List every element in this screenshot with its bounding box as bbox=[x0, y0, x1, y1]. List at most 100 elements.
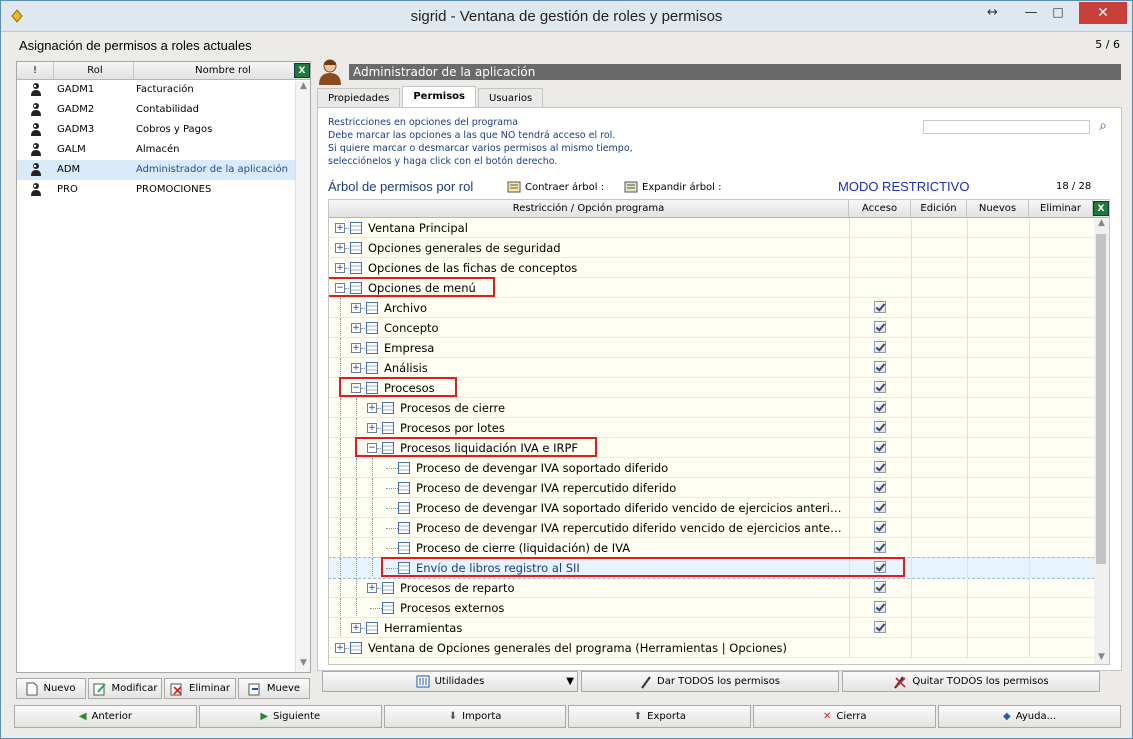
expand-icon[interactable]: + bbox=[335, 223, 345, 233]
edicion-cell[interactable] bbox=[911, 638, 967, 657]
role-row[interactable]: GADM2 Contabilidad bbox=[17, 100, 310, 120]
edicion-cell[interactable] bbox=[911, 298, 967, 317]
tree-row[interactable]: + Concepto bbox=[329, 318, 1109, 338]
acceso-cell[interactable] bbox=[849, 478, 911, 497]
nuevos-cell[interactable] bbox=[967, 438, 1029, 457]
roles-col-name[interactable]: Nombre rol bbox=[134, 62, 310, 79]
excel-export-icon[interactable]: X bbox=[294, 63, 310, 78]
acceso-cell[interactable] bbox=[849, 238, 911, 257]
col-nuevos[interactable]: Nuevos bbox=[967, 200, 1029, 217]
acceso-cell[interactable] bbox=[849, 398, 911, 417]
nuevos-cell[interactable] bbox=[967, 458, 1029, 477]
eliminar-cell[interactable] bbox=[1029, 298, 1093, 317]
col-restriction[interactable]: Restricción / Opción programa bbox=[329, 200, 849, 217]
tree-row[interactable]: Proceso de devengar IVA repercutido dife… bbox=[329, 518, 1109, 538]
eliminar-cell[interactable] bbox=[1029, 438, 1093, 457]
tree-row[interactable]: + Archivo bbox=[329, 298, 1109, 318]
edicion-cell[interactable] bbox=[911, 418, 967, 437]
acceso-cell[interactable] bbox=[849, 338, 911, 357]
nuevos-cell[interactable] bbox=[967, 578, 1029, 597]
nuevos-cell[interactable] bbox=[967, 618, 1029, 637]
nuevos-cell[interactable] bbox=[967, 598, 1029, 617]
acceso-checkbox[interactable] bbox=[874, 521, 886, 533]
acceso-cell[interactable] bbox=[849, 218, 911, 237]
edicion-cell[interactable] bbox=[911, 318, 967, 337]
acceso-checkbox[interactable] bbox=[874, 301, 886, 313]
utilities-button[interactable]: Utilidades ▼ bbox=[322, 671, 578, 692]
tree-row[interactable]: + Ventana de Opciones generales del progr… bbox=[329, 638, 1109, 658]
acceso-cell[interactable] bbox=[849, 298, 911, 317]
tree-row[interactable]: + Opciones generales de seguridad bbox=[329, 238, 1109, 258]
tree-row[interactable]: Proceso de cierre (liquidación) de IVA bbox=[329, 538, 1109, 558]
nuevos-cell[interactable] bbox=[967, 398, 1029, 417]
nuevos-cell[interactable] bbox=[967, 478, 1029, 497]
grid-scrollbar[interactable]: ▲ ▼ bbox=[1094, 218, 1109, 664]
nuevos-cell[interactable] bbox=[967, 558, 1029, 577]
tab-usuarios[interactable]: Usuarios bbox=[478, 88, 544, 107]
acceso-cell[interactable] bbox=[849, 278, 911, 297]
acceso-checkbox[interactable] bbox=[874, 621, 886, 633]
nuevos-cell[interactable] bbox=[967, 258, 1029, 277]
move-role-button[interactable]: Mueve bbox=[238, 678, 310, 699]
acceso-checkbox[interactable] bbox=[874, 401, 886, 413]
tree-row[interactable]: + Procesos por lotes bbox=[329, 418, 1109, 438]
close-window-button[interactable]: ✕ bbox=[1079, 2, 1127, 24]
acceso-checkbox[interactable] bbox=[874, 361, 886, 373]
acceso-cell[interactable] bbox=[849, 378, 911, 397]
edicion-cell[interactable] bbox=[911, 598, 967, 617]
role-row[interactable]: PRO PROMOCIONES bbox=[17, 180, 310, 200]
acceso-cell[interactable] bbox=[849, 618, 911, 637]
expand-icon[interactable]: + bbox=[335, 643, 345, 653]
nuevos-cell[interactable] bbox=[967, 418, 1029, 437]
edicion-cell[interactable] bbox=[911, 538, 967, 557]
collapse-tree-button[interactable]: Contraer árbol : bbox=[507, 181, 604, 193]
acceso-cell[interactable] bbox=[849, 458, 911, 477]
eliminar-cell[interactable] bbox=[1029, 558, 1093, 577]
role-row[interactable]: GALM Almacén bbox=[17, 140, 310, 160]
eliminar-cell[interactable] bbox=[1029, 578, 1093, 597]
edicion-cell[interactable] bbox=[911, 458, 967, 477]
expand-icon[interactable]: + bbox=[351, 343, 361, 353]
roles-col-rol[interactable]: Rol bbox=[54, 62, 134, 79]
nuevos-cell[interactable] bbox=[967, 378, 1029, 397]
tree-row[interactable]: + Ventana Principal bbox=[329, 218, 1109, 238]
next-button[interactable]: ▶ Siguiente bbox=[198, 705, 382, 728]
eliminar-cell[interactable] bbox=[1029, 238, 1093, 257]
edicion-cell[interactable] bbox=[911, 438, 967, 457]
eliminar-cell[interactable] bbox=[1029, 278, 1093, 297]
acceso-cell[interactable] bbox=[849, 498, 911, 517]
remove-all-button[interactable]: Quitar TODOS los permisos bbox=[842, 671, 1100, 692]
acceso-cell[interactable] bbox=[849, 578, 911, 597]
grid-scroll-down-icon[interactable]: ▼ bbox=[1094, 652, 1109, 662]
new-role-button[interactable]: Nuevo bbox=[16, 678, 86, 699]
edicion-cell[interactable] bbox=[911, 578, 967, 597]
edicion-cell[interactable] bbox=[911, 478, 967, 497]
expand-icon[interactable]: + bbox=[367, 403, 377, 413]
expand-icon[interactable]: + bbox=[335, 263, 345, 273]
nuevos-cell[interactable] bbox=[967, 278, 1029, 297]
tree-row[interactable]: Proceso de devengar IVA repercutido dife… bbox=[329, 478, 1109, 498]
scroll-down-icon[interactable]: ▼ bbox=[296, 658, 311, 668]
nuevos-cell[interactable] bbox=[967, 538, 1029, 557]
expand-tree-button[interactable]: Expandir árbol : bbox=[624, 181, 722, 193]
eliminar-cell[interactable] bbox=[1029, 458, 1093, 477]
resize-icon[interactable]: ↔ bbox=[987, 5, 998, 20]
acceso-cell[interactable] bbox=[849, 638, 911, 657]
grid-excel-icon[interactable]: X bbox=[1093, 201, 1109, 216]
eliminar-cell[interactable] bbox=[1029, 638, 1093, 657]
eliminar-cell[interactable] bbox=[1029, 378, 1093, 397]
tree-row[interactable]: Proceso de devengar IVA soportado diferi… bbox=[329, 498, 1109, 518]
search-input[interactable] bbox=[923, 120, 1090, 134]
acceso-checkbox[interactable] bbox=[874, 421, 886, 433]
eliminar-cell[interactable] bbox=[1029, 258, 1093, 277]
eliminar-cell[interactable] bbox=[1029, 518, 1093, 537]
eliminar-cell[interactable] bbox=[1029, 398, 1093, 417]
dropdown-arrow-icon[interactable]: ▼ bbox=[566, 676, 574, 687]
nuevos-cell[interactable] bbox=[967, 498, 1029, 517]
nuevos-cell[interactable] bbox=[967, 298, 1029, 317]
edicion-cell[interactable] bbox=[911, 358, 967, 377]
acceso-checkbox[interactable] bbox=[874, 441, 886, 453]
expand-icon[interactable]: + bbox=[351, 303, 361, 313]
nuevos-cell[interactable] bbox=[967, 238, 1029, 257]
modify-role-button[interactable]: Modificar bbox=[88, 678, 162, 699]
